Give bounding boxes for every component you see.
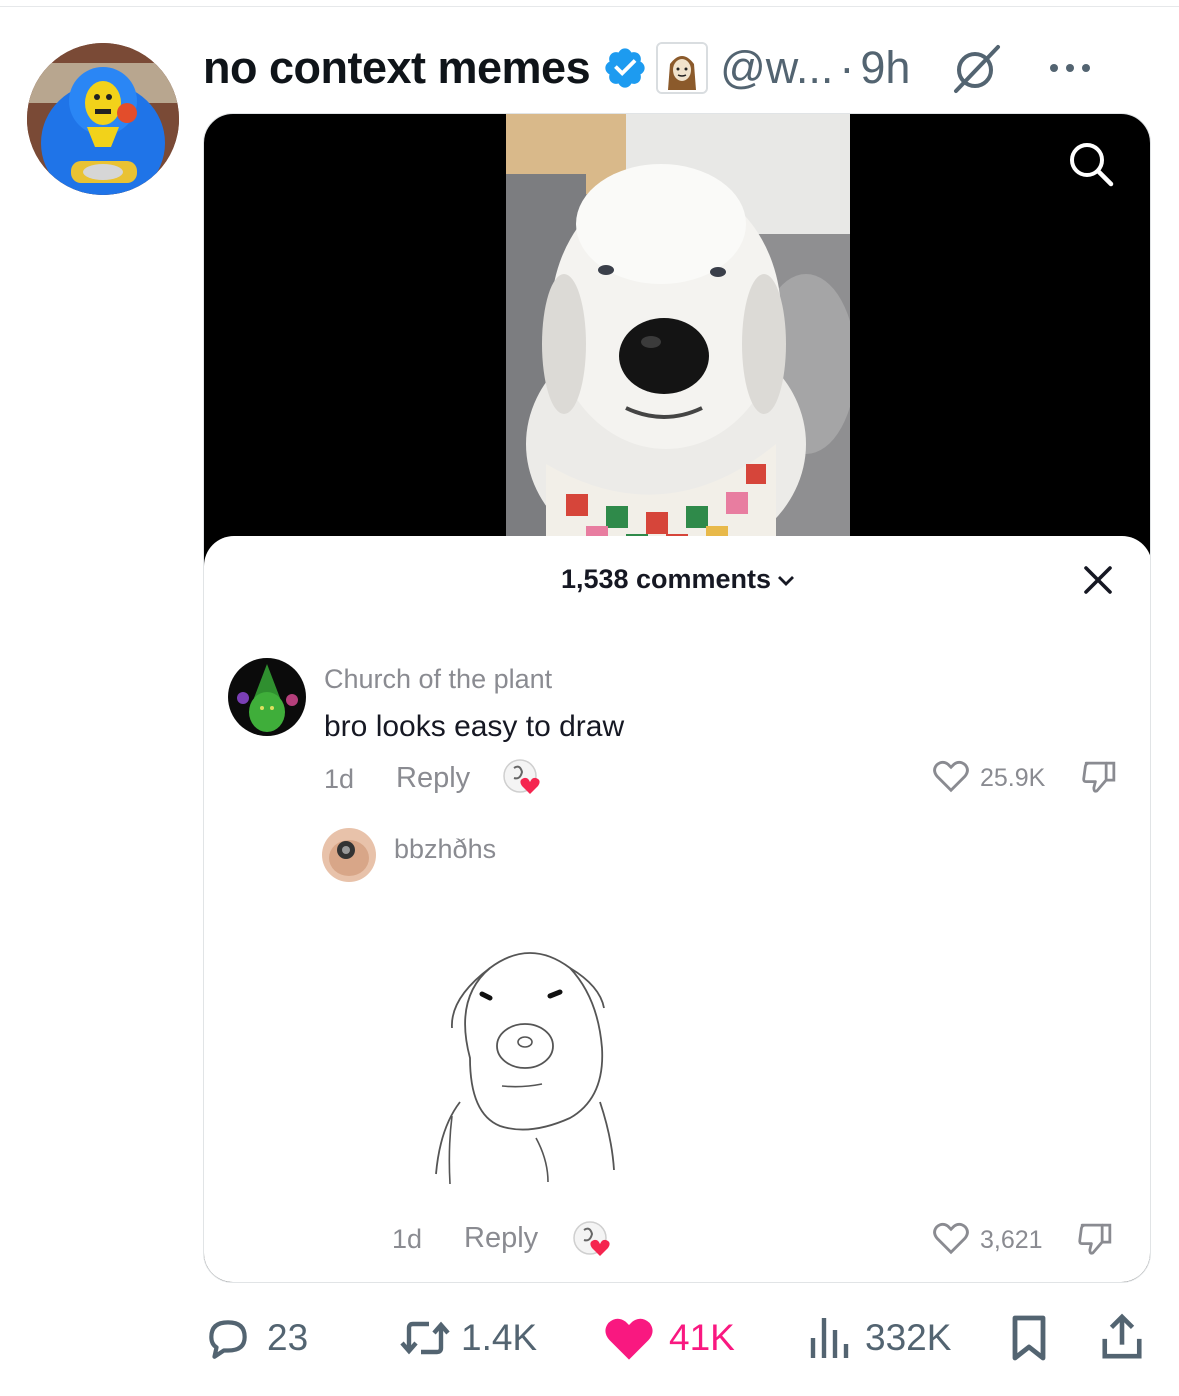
reply-icon	[209, 1320, 247, 1359]
dog-drawing-image	[435, 952, 615, 1185]
comments-count[interactable]: 1,538 comments	[204, 564, 1150, 595]
handle[interactable]: @w...	[720, 42, 833, 94]
top-divider	[0, 6, 1179, 7]
author-avatar[interactable]	[27, 43, 179, 195]
post-header: no context memes @w... · 9h	[203, 36, 1153, 100]
reply-button[interactable]: Reply	[464, 1222, 538, 1255]
heart-filled-icon	[605, 1318, 653, 1360]
comment-age: 1d	[324, 764, 355, 794]
separator-dot: ·	[839, 42, 855, 93]
dislike-icon[interactable]	[1080, 758, 1120, 796]
like-count: 25.9K	[980, 764, 1046, 792]
heart-icon[interactable]	[932, 1220, 970, 1256]
views-icon	[810, 1318, 849, 1358]
comment-author[interactable]: Church of the plant	[324, 664, 552, 695]
comment-text: bro looks easy to draw	[324, 710, 625, 743]
post-media[interactable]: 1,538 comments Church of the plant bro l…	[203, 113, 1151, 1283]
post-time[interactable]: 9h	[860, 42, 910, 94]
display-name[interactable]: no context memes	[203, 42, 591, 94]
comment-author[interactable]: bbzhðhs	[394, 834, 496, 865]
reply-action[interactable]: 23	[203, 1306, 308, 1370]
like-count: 3,621	[980, 1226, 1043, 1254]
dislike-icon[interactable]	[1076, 1220, 1116, 1258]
comments-count-label: 1,538 comments	[560, 564, 772, 594]
reply-count: 23	[267, 1317, 309, 1358]
comment-age: 1d	[392, 1224, 423, 1254]
affiliate-badge-icon[interactable]	[656, 42, 709, 94]
repost-action[interactable]: 1.4K	[399, 1306, 537, 1370]
search-icon[interactable]	[1066, 139, 1116, 189]
commenter-avatar[interactable]	[322, 828, 376, 882]
post-action-bar: 23 1.4K 41K 332K	[203, 1306, 1153, 1370]
like-action[interactable]: 41K	[603, 1306, 735, 1370]
comments-sheet: 1,538 comments Church of the plant bro l…	[204, 536, 1150, 1282]
chevron-down-icon	[778, 575, 795, 586]
verified-icon	[605, 48, 645, 88]
like-count-total: 41K	[669, 1317, 735, 1358]
dog-photo	[506, 114, 850, 554]
bookmark-icon[interactable]	[1007, 1314, 1051, 1362]
share-icon[interactable]	[1099, 1312, 1145, 1362]
reply-button[interactable]: Reply	[396, 762, 470, 795]
repost-icon	[400, 1321, 450, 1355]
views-count: 332K	[865, 1317, 952, 1358]
more-icon[interactable]	[1048, 58, 1092, 78]
commenter-avatar[interactable]	[228, 658, 306, 736]
grok-icon[interactable]	[948, 39, 1006, 97]
repost-count: 1.4K	[461, 1317, 538, 1358]
heart-icon[interactable]	[932, 758, 970, 794]
close-icon[interactable]	[1082, 564, 1114, 596]
views-action[interactable]: 332K	[807, 1306, 951, 1370]
sticker-reaction-icon[interactable]	[570, 1218, 614, 1262]
sticker-reaction-icon[interactable]	[500, 756, 544, 800]
